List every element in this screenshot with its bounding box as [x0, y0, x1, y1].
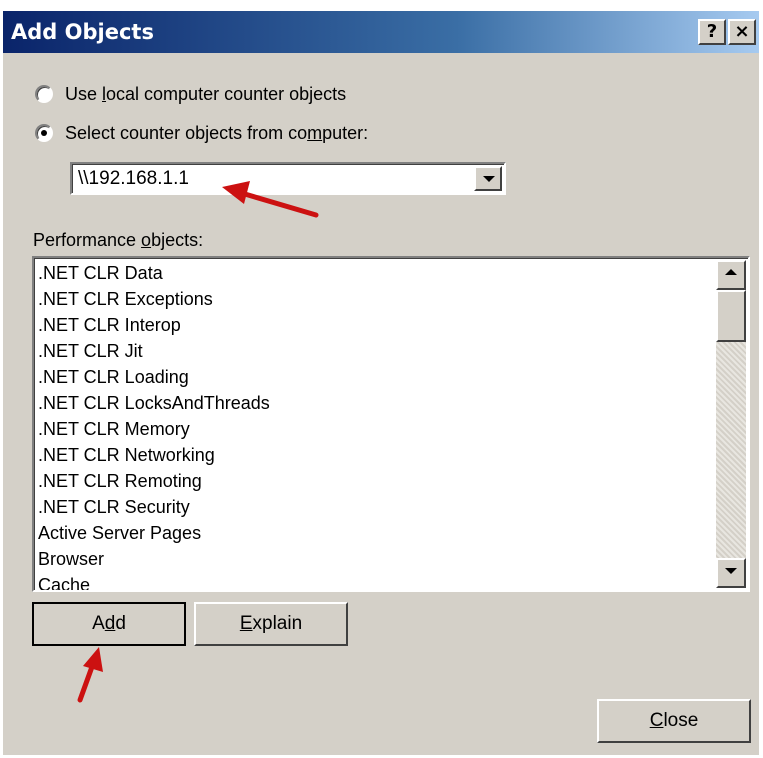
- help-button[interactable]: ?: [698, 19, 726, 45]
- radio-local-indicator[interactable]: [35, 85, 53, 103]
- chevron-down-icon: [483, 176, 495, 182]
- list-item[interactable]: .NET CLR Data: [38, 260, 714, 286]
- computer-combobox-value: \\192.168.1.1: [78, 168, 189, 189]
- list-item[interactable]: .NET CLR LocksAndThreads: [38, 390, 714, 416]
- add-objects-dialog: Add Objects ? × Use local computer count…: [2, 10, 760, 756]
- radio-local-computer[interactable]: Use local computer counter objects: [35, 79, 346, 109]
- add-button[interactable]: Add: [32, 602, 186, 646]
- list-item[interactable]: .NET CLR Remoting: [38, 468, 714, 494]
- arrow-up-icon: [725, 269, 737, 275]
- list-item[interactable]: .NET CLR Exceptions: [38, 286, 714, 312]
- close-button[interactable]: Close: [597, 699, 751, 743]
- radio-remote-indicator[interactable]: [35, 124, 53, 142]
- explain-button[interactable]: Explain: [194, 602, 348, 646]
- arrow-down-icon: [725, 568, 737, 574]
- vertical-scrollbar[interactable]: [716, 260, 746, 588]
- radio-local-label: Use local computer counter objects: [65, 83, 347, 104]
- list-item[interactable]: .NET CLR Security: [38, 494, 714, 520]
- scrollbar-thumb[interactable]: [716, 290, 746, 342]
- list-item[interactable]: .NET CLR Loading: [38, 364, 714, 390]
- list-item[interactable]: Active Server Pages: [38, 520, 714, 546]
- computer-combobox[interactable]: \\192.168.1.1: [70, 162, 506, 195]
- list-item[interactable]: .NET CLR Memory: [38, 416, 714, 442]
- performance-objects-list[interactable]: .NET CLR Data .NET CLR Exceptions .NET CLR…: [32, 256, 750, 592]
- scroll-up-button[interactable]: [716, 260, 746, 290]
- radio-select-from-computer[interactable]: Select counter objects from computer:: [35, 118, 368, 148]
- close-window-button[interactable]: ×: [728, 19, 756, 45]
- list-item[interactable]: Cache: [38, 572, 714, 590]
- list-item[interactable]: .NET CLR Networking: [38, 442, 714, 468]
- scroll-down-button[interactable]: [716, 558, 746, 588]
- list-item[interactable]: .NET CLR Jit: [38, 338, 714, 364]
- performance-objects-label: Performance objects:: [33, 230, 204, 250]
- combobox-dropdown-button[interactable]: [474, 166, 502, 191]
- list-item[interactable]: Browser: [38, 546, 714, 572]
- list-item[interactable]: .NET CLR Interop: [38, 312, 714, 338]
- performance-objects-items: .NET CLR Data .NET CLR Exceptions .NET CLR…: [38, 260, 714, 590]
- title-bar[interactable]: Add Objects ? ×: [3, 11, 759, 53]
- radio-remote-label: Select counter objects from computer:: [65, 122, 369, 143]
- window-title: Add Objects: [11, 20, 154, 44]
